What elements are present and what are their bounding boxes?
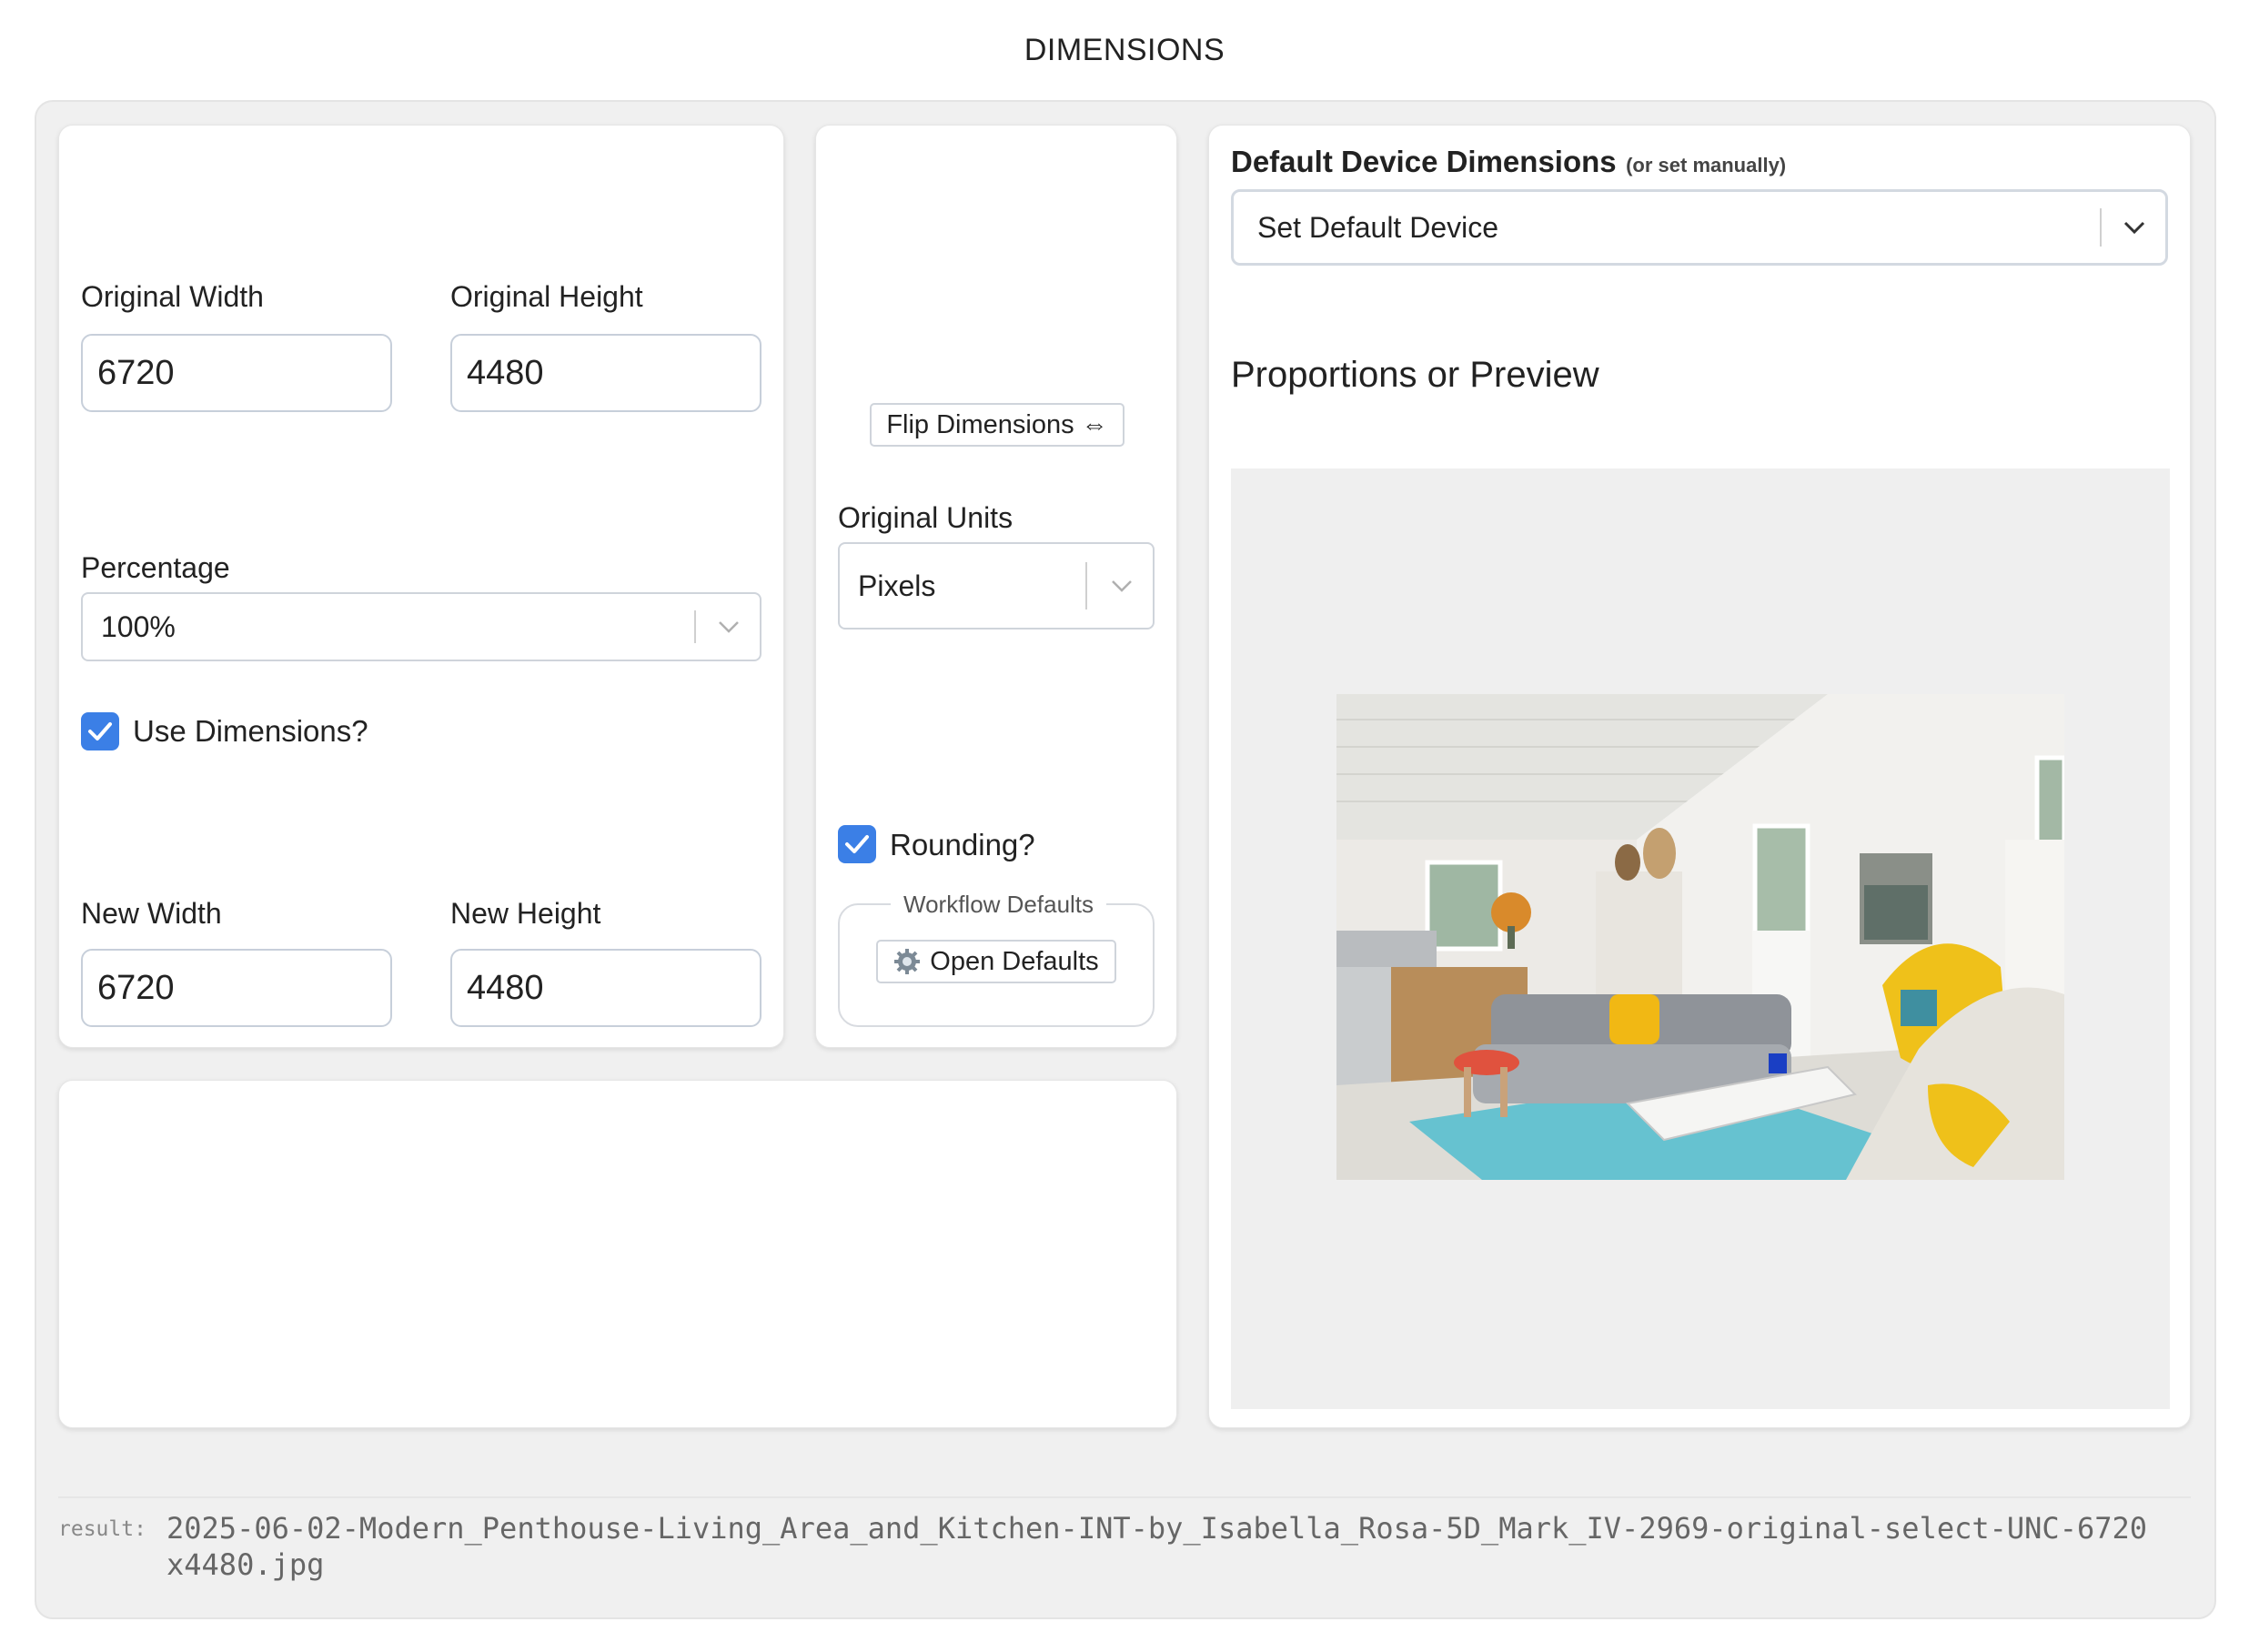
workflow-defaults-legend: Workflow Defaults bbox=[891, 891, 1107, 919]
percentage-select[interactable]: 100% bbox=[81, 592, 761, 661]
dimensions-card: Original Width Original Height 6720 4480… bbox=[58, 125, 784, 1048]
default-device-value: Set Default Device bbox=[1257, 210, 1499, 244]
original-units-label: Original Units bbox=[838, 501, 1014, 534]
result-filename: 2025-06-02-Modern_Penthouse-Living_Area_… bbox=[166, 1511, 2148, 1582]
new-height-input[interactable]: 4480 bbox=[450, 949, 761, 1027]
new-width-label: New Width bbox=[81, 897, 222, 930]
units-select[interactable]: Pixels bbox=[838, 542, 1155, 630]
units-card: Flip Dimensions ⇔ Original Units Pixels … bbox=[815, 125, 1177, 1048]
original-height-input[interactable]: 4480 bbox=[450, 334, 761, 412]
flip-dimensions-label: Flip Dimensions ⇔ bbox=[886, 409, 1108, 439]
original-height-label: Original Height bbox=[450, 280, 643, 313]
units-value: Pixels bbox=[858, 569, 936, 602]
original-width-label: Original Width bbox=[81, 280, 264, 313]
new-height-label: New Height bbox=[450, 897, 601, 930]
rounding-checkbox[interactable] bbox=[838, 825, 876, 863]
preview-title: Proportions or Preview bbox=[1231, 355, 1599, 395]
new-width-input[interactable]: 6720 bbox=[81, 949, 392, 1027]
result-divider bbox=[58, 1496, 2191, 1498]
checkmark-icon bbox=[88, 722, 112, 740]
use-dimensions-label: Use Dimensions? bbox=[133, 714, 368, 748]
gear-icon bbox=[893, 948, 921, 975]
percentage-label: Percentage bbox=[81, 551, 230, 584]
device-dimensions-heading: Default Device Dimensions (or set manual… bbox=[1231, 145, 1786, 179]
preview-area bbox=[1231, 468, 2170, 1409]
original-width-input[interactable]: 6720 bbox=[81, 334, 392, 412]
chevron-down-icon bbox=[2107, 192, 2162, 263]
chevron-down-icon bbox=[1094, 544, 1149, 628]
rounding-label: Rounding? bbox=[890, 828, 1035, 861]
empty-card bbox=[58, 1080, 1177, 1428]
checkmark-icon bbox=[845, 835, 869, 853]
device-dimensions-subtitle: (or set manually) bbox=[1626, 154, 1787, 176]
device-dimensions-title: Default Device Dimensions bbox=[1231, 145, 1617, 178]
open-defaults-button[interactable]: Open Defaults bbox=[876, 940, 1116, 983]
default-device-select[interactable]: Set Default Device bbox=[1231, 189, 2168, 266]
chevron-down-icon bbox=[701, 594, 756, 660]
result-label: result: bbox=[58, 1517, 146, 1541]
preview-card: Default Device Dimensions (or set manual… bbox=[1208, 125, 2191, 1428]
percentage-value: 100% bbox=[101, 609, 176, 643]
open-defaults-label: Open Defaults bbox=[930, 946, 1099, 976]
use-dimensions-checkbox[interactable] bbox=[81, 712, 119, 750]
preview-image bbox=[1336, 694, 2064, 1180]
flip-dimensions-button[interactable]: Flip Dimensions ⇔ bbox=[870, 403, 1124, 447]
page-title: DIMENSIONS bbox=[1024, 33, 1225, 67]
